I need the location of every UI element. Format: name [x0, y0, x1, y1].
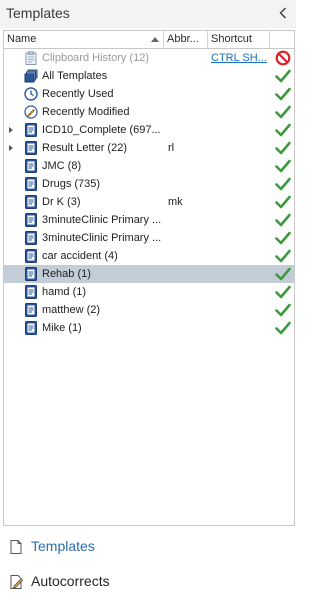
row-name: JMC (8): [42, 160, 82, 172]
nav-templates[interactable]: Templates: [0, 533, 296, 561]
row-name: 3minuteClinic Primary ...: [42, 214, 162, 226]
row-name: ICD10_Complete (697...: [42, 124, 161, 136]
check-icon[interactable]: [275, 176, 291, 192]
row-name: Recently Modified: [42, 106, 130, 118]
check-icon[interactable]: [275, 68, 291, 84]
stack-icon: [24, 69, 38, 83]
template-book-icon: [24, 159, 38, 173]
column-header-name[interactable]: Name: [4, 31, 164, 48]
template-row[interactable]: JMC (8): [4, 157, 294, 175]
row-name: 3minuteClinic Primary ...: [42, 232, 162, 244]
template-book-icon: [24, 231, 38, 245]
check-icon[interactable]: [275, 158, 291, 174]
nav-autocorrects[interactable]: Autocorrects: [0, 568, 296, 596]
check-icon[interactable]: [275, 302, 291, 318]
row-abbreviation: mk: [168, 196, 183, 208]
check-icon[interactable]: [275, 248, 291, 264]
template-book-icon: [24, 177, 38, 191]
panel-title: Templates: [6, 5, 70, 21]
sort-ascending-icon: [151, 37, 159, 42]
column-header-shortcut[interactable]: Shortcut: [208, 31, 270, 48]
template-row[interactable]: Rehab (1): [4, 265, 294, 283]
template-row[interactable]: ICD10_Complete (697...: [4, 121, 294, 139]
check-icon[interactable]: [275, 86, 291, 102]
template-book-icon: [24, 285, 38, 299]
autocorrect-icon: [8, 574, 24, 590]
template-row[interactable]: Dr K (3) mk: [4, 193, 294, 211]
check-icon[interactable]: [275, 230, 291, 246]
row-name: All Templates: [42, 70, 108, 82]
template-book-icon: [24, 321, 38, 335]
row-name: Mike (1): [42, 322, 82, 334]
row-name: Dr K (3): [42, 196, 81, 208]
template-row[interactable]: matthew (2): [4, 301, 294, 319]
template-book-icon: [24, 249, 38, 263]
row-name: matthew (2): [42, 304, 101, 316]
chevron-left-icon: [279, 7, 287, 19]
template-row[interactable]: Recently Used: [4, 85, 294, 103]
check-icon[interactable]: [275, 212, 291, 228]
nav-autocorrects-label: Autocorrects: [31, 573, 110, 589]
row-name: Clipboard History (12): [42, 52, 149, 64]
template-book-icon: [24, 303, 38, 317]
recent-modified-icon: [24, 105, 38, 119]
row-name: Result Letter (22): [42, 142, 127, 154]
column-header-name-label: Name: [7, 33, 37, 45]
expand-arrow-icon[interactable]: [9, 127, 13, 133]
panel-header: Templates: [0, 0, 296, 28]
check-icon[interactable]: [275, 284, 291, 300]
row-abbreviation: rl: [168, 142, 175, 154]
template-row[interactable]: All Templates: [4, 67, 294, 85]
expand-arrow-icon[interactable]: [9, 145, 13, 151]
check-icon[interactable]: [275, 266, 291, 282]
check-icon[interactable]: [275, 320, 291, 336]
row-name: car accident (4): [42, 250, 118, 262]
template-row[interactable]: car accident (4): [4, 247, 294, 265]
nav-templates-label: Templates: [31, 538, 95, 554]
clipboard-icon: [24, 51, 38, 65]
row-name: Drugs (735): [42, 178, 101, 190]
template-book-icon: [24, 123, 38, 137]
clock-icon: [24, 87, 38, 101]
column-header-status[interactable]: [270, 31, 296, 48]
template-row[interactable]: Clipboard History (12) CTRL SH...: [4, 49, 294, 67]
row-name: Rehab (1): [42, 268, 91, 280]
row-name: Recently Used: [42, 88, 114, 100]
document-icon: [8, 539, 24, 555]
template-row[interactable]: hamd (1): [4, 283, 294, 301]
grid-header: Name Abbr... Shortcut: [4, 31, 294, 49]
templates-grid: Name Abbr... Shortcut Clipboard History …: [3, 30, 295, 526]
template-row[interactable]: Drugs (735): [4, 175, 294, 193]
column-header-abbr[interactable]: Abbr...: [164, 31, 208, 48]
template-row[interactable]: 3minuteClinic Primary ...: [4, 229, 294, 247]
template-rows: Clipboard History (12) CTRL SH... All Temp…: [4, 49, 294, 337]
template-row[interactable]: Result Letter (22) rl: [4, 139, 294, 157]
check-icon[interactable]: [275, 140, 291, 156]
check-icon[interactable]: [275, 194, 291, 210]
collapse-panel-button[interactable]: [276, 4, 290, 22]
row-name: hamd (1): [42, 286, 87, 298]
template-book-icon: [24, 195, 38, 209]
template-book-icon: [24, 213, 38, 227]
template-book-icon: [24, 141, 38, 155]
template-row[interactable]: 3minuteClinic Primary ...: [4, 211, 294, 229]
row-shortcut-link[interactable]: CTRL SH...: [211, 49, 267, 67]
check-icon[interactable]: [275, 122, 291, 138]
prohibited-icon[interactable]: [275, 50, 291, 66]
template-row[interactable]: Mike (1): [4, 319, 294, 337]
template-book-icon: [24, 267, 38, 281]
check-icon[interactable]: [275, 104, 291, 120]
template-row[interactable]: Recently Modified: [4, 103, 294, 121]
